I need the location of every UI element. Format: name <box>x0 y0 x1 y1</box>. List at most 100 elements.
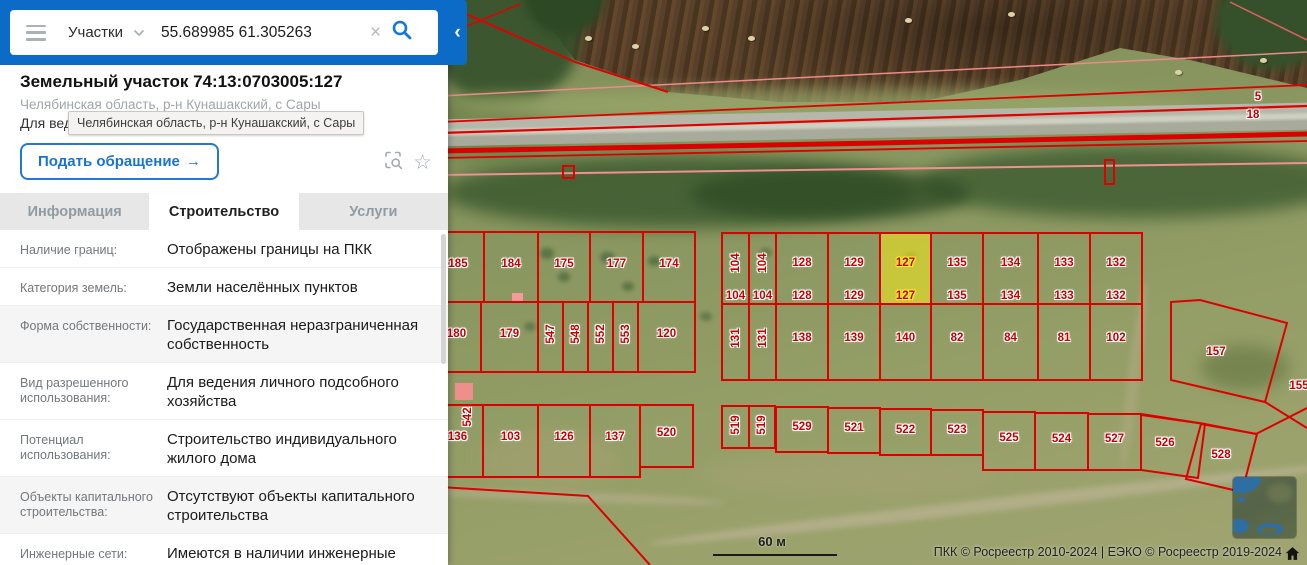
boundary-line <box>439 104 1307 135</box>
parcel-outline[interactable] <box>537 231 591 303</box>
info-table: Наличие границ: Отображены границы на ПК… <box>0 230 448 565</box>
parcel-outline[interactable] <box>748 405 776 449</box>
parcel-title: Земельный участок 74:13:0703005:127 <box>20 72 343 91</box>
panel-scrollbar[interactable] <box>441 234 446 364</box>
tab-information[interactable]: Информация <box>0 193 149 230</box>
parcel-outline[interactable] <box>1037 232 1091 305</box>
parcel-outline[interactable] <box>589 231 644 303</box>
scale-bar-label: 60 м <box>758 534 786 549</box>
parcel-outline[interactable] <box>879 408 932 456</box>
parcel-outline[interactable] <box>483 231 539 303</box>
parcel-location: Челябинская область, р-н Кунашакский, с … <box>20 97 321 112</box>
parcel-outline[interactable] <box>982 303 1039 381</box>
parcel-outline[interactable] <box>775 303 829 381</box>
parcel-outline[interactable] <box>721 303 750 381</box>
parcel-outline[interactable] <box>642 231 696 303</box>
info-row-permitted-use: Вид разрешенного использования: Для веде… <box>0 362 448 419</box>
app-window: 157 526 528 185 184 175 177 174 180 179 547 548 552 5… <box>0 0 1307 565</box>
info-row-potential: Потенциал использования: Строительство и… <box>0 419 448 476</box>
boundary-line <box>439 84 1307 123</box>
info-row-label: Объекты капитального строительства: <box>20 490 153 519</box>
find-on-map-icon[interactable] <box>383 150 403 175</box>
parcel-outline[interactable] <box>482 404 539 478</box>
scale-bar <box>713 554 837 556</box>
parcel-outline[interactable] <box>562 301 589 373</box>
parcel-outline[interactable] <box>637 301 696 373</box>
info-row-label: Инженерные сети: <box>20 547 128 561</box>
parcel-outline[interactable] <box>827 303 881 381</box>
chevron-down-icon[interactable] <box>133 24 145 42</box>
info-row-label: Форма собственности: <box>20 319 152 333</box>
parcel-outline[interactable] <box>721 232 750 305</box>
submit-request-button[interactable]: Подать обращение → <box>20 143 219 180</box>
parcel-outline[interactable] <box>537 301 564 373</box>
info-row-value: Государственная неразграниченная собстве… <box>167 317 419 353</box>
parcel-outline[interactable] <box>982 411 1036 471</box>
parcel-outline[interactable] <box>639 404 694 468</box>
parcel-outline[interactable] <box>827 407 881 454</box>
info-row-ownership: Форма собственности: Государственная нер… <box>0 305 448 362</box>
arrow-right-icon: → <box>185 153 201 170</box>
info-row-value: Для ведения личного подсобного хозяйства <box>167 374 399 410</box>
info-row-utilities: Инженерные сети: Имеются в наличии инжен… <box>0 533 448 565</box>
submit-request-label: Подать обращение <box>38 153 180 170</box>
parcel-outline[interactable] <box>1087 413 1142 471</box>
parcel-outline[interactable] <box>775 406 829 453</box>
map-attribution: ПКК © Росреестр 2010-2024 | ЕЭКО © Росре… <box>933 545 1282 559</box>
selected-parcel-outline[interactable] <box>879 232 932 305</box>
search-category-selector[interactable]: Участки <box>68 24 123 41</box>
parcel-outline[interactable] <box>930 409 984 456</box>
home-icon[interactable] <box>1284 545 1301 562</box>
search-icon[interactable] <box>391 19 413 46</box>
info-row-value: Имеются в наличии инженерные сети <box>167 545 396 565</box>
panel-collapse-button[interactable]: ‹ <box>448 0 467 65</box>
parcel-outline[interactable] <box>748 303 777 381</box>
info-row-value: Отсутствуют объекты капитального строите… <box>167 488 415 524</box>
parcel-outline[interactable] <box>1170 298 1289 404</box>
parcel-outline[interactable] <box>1034 412 1089 471</box>
parcel-outline[interactable] <box>1089 303 1143 381</box>
parcel-outline[interactable] <box>879 303 932 381</box>
parcel-outline[interactable] <box>587 301 614 373</box>
favorite-star-icon[interactable]: ☆ <box>413 152 432 173</box>
boundary-line <box>439 162 1307 176</box>
info-row-capital-objects: Объекты капитального строительства: Отсу… <box>0 476 448 533</box>
info-row-value: Земли населённых пунктов <box>167 279 358 296</box>
search-input[interactable] <box>159 22 368 43</box>
parcel-outline[interactable] <box>721 405 750 449</box>
boundary-line <box>439 51 1307 97</box>
info-row-label: Потенциал использования: <box>20 433 111 462</box>
location-tooltip: Челябинская область, р-н Кунашакский, с … <box>68 111 365 135</box>
boundary-line <box>439 131 1307 154</box>
parcel-outline[interactable] <box>1089 232 1143 305</box>
parcel-outline[interactable] <box>537 404 591 478</box>
clipped-usage-text: Для вед <box>20 115 73 131</box>
clear-search-icon[interactable]: × <box>370 23 381 42</box>
info-row-label: Категория земель: <box>20 281 127 295</box>
parcel-outline[interactable] <box>1037 303 1091 381</box>
tab-services[interactable]: Услуги <box>299 193 448 230</box>
boundary-line <box>1264 401 1307 429</box>
info-panel: Участки × ‹ Земельный участок 74:13:0703… <box>0 0 467 565</box>
info-row-value: Отображены границы на ПКК <box>167 241 373 258</box>
parcel-outline[interactable] <box>930 232 984 305</box>
parcel-outline[interactable] <box>775 232 829 305</box>
info-row-category: Категория земель: Земли населённых пункт… <box>0 267 448 305</box>
tab-construction[interactable]: Строительство <box>149 193 299 230</box>
parcel-outline[interactable] <box>480 301 539 373</box>
parcel-outline[interactable] <box>982 232 1039 305</box>
info-row-borders: Наличие границ: Отображены границы на ПК… <box>0 230 448 267</box>
overview-minimap[interactable] <box>1233 477 1296 538</box>
parcel-outline[interactable] <box>748 232 777 305</box>
tab-bar: Информация Строительство Услуги <box>0 193 448 230</box>
parcel-outline[interactable] <box>930 303 984 381</box>
parcel-outline[interactable] <box>827 232 881 305</box>
parcel-outline[interactable] <box>612 301 639 373</box>
boundary-line <box>439 486 651 565</box>
info-row-label: Наличие границ: <box>20 243 118 257</box>
menu-icon[interactable] <box>26 24 46 41</box>
boundary-line <box>1229 1 1307 41</box>
search-bar: Участки × <box>10 10 438 55</box>
boundary-line <box>447 5 669 93</box>
parcel-outline[interactable] <box>589 404 641 478</box>
